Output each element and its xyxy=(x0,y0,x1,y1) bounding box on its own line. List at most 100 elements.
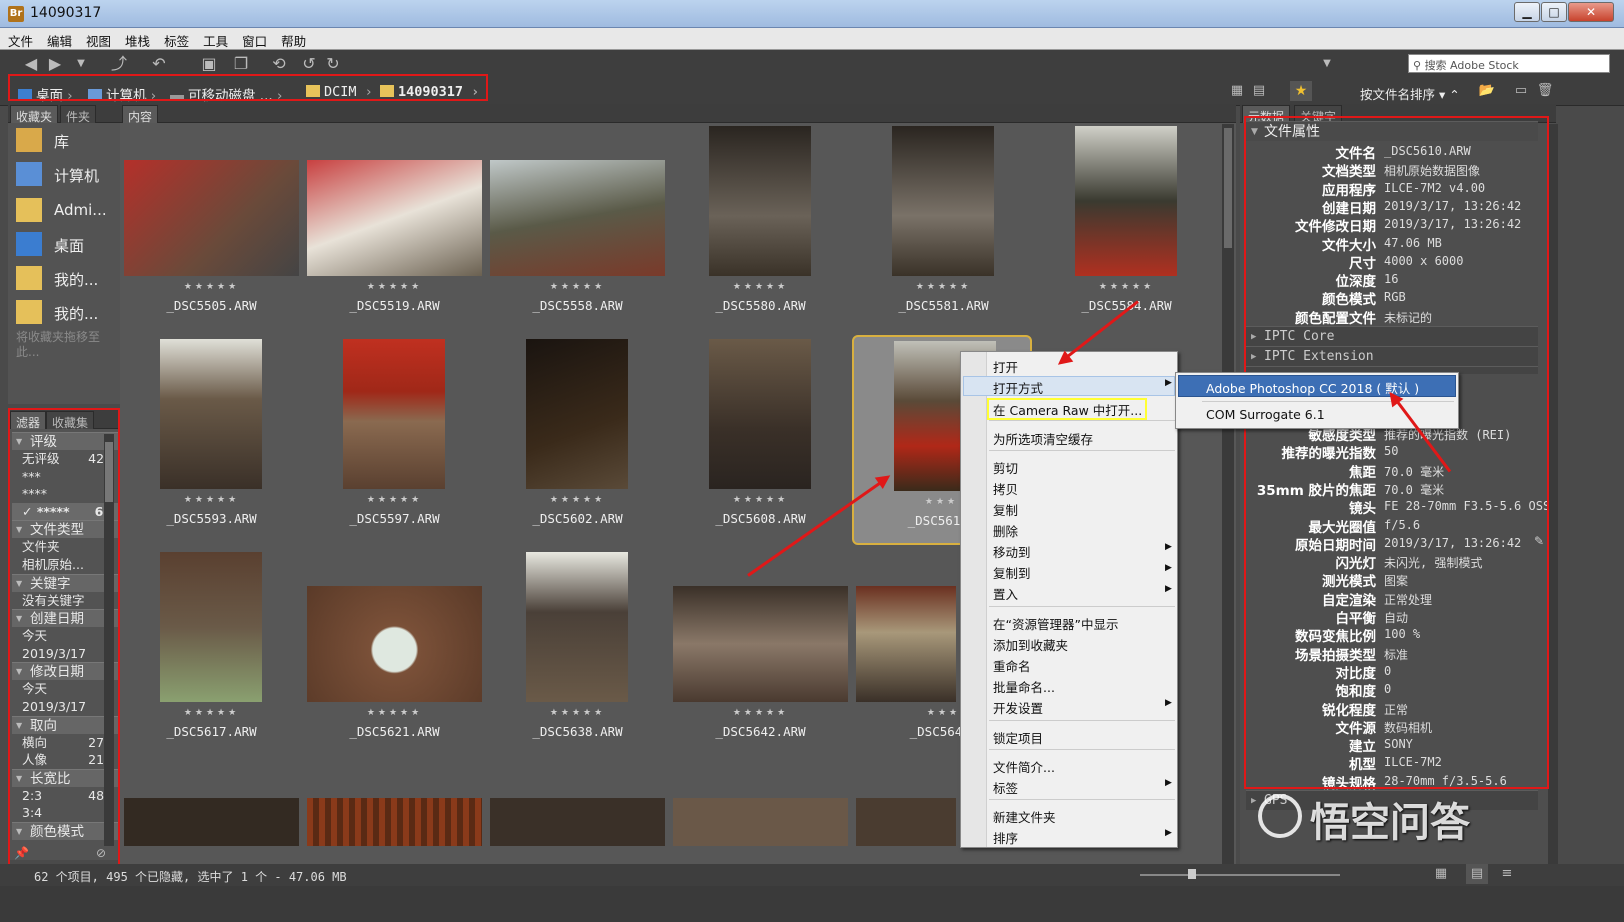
rating-stars[interactable]: ★★★★★ xyxy=(124,282,299,292)
filter-row[interactable]: 横向 275 xyxy=(12,734,118,752)
scroll-thumb[interactable] xyxy=(105,442,113,502)
delete-icon[interactable]: 🗑 xyxy=(1534,81,1556,101)
context-menu-item[interactable]: 复制到 ▶ xyxy=(993,563,1172,582)
filter-row[interactable]: 无评级 420 xyxy=(12,450,118,468)
filter-row[interactable]: ✓ *****62 xyxy=(12,502,118,521)
context-menu-item[interactable]: 打开方式 ▶ xyxy=(993,378,1172,397)
sort-dropdown[interactable]: 按文件名排序 ▾ ⌃ xyxy=(1360,84,1460,103)
new-folder-icon[interactable]: ▭ xyxy=(1510,81,1532,101)
minimize-button[interactable]: ▁ xyxy=(1514,2,1540,22)
photo-thumbnail-partial[interactable] xyxy=(673,798,848,846)
photo-thumbnail[interactable]: ★★★★★ _DSC5593.ARW xyxy=(124,337,299,537)
view-grid-icon[interactable]: ▦ xyxy=(1226,81,1248,101)
photo-thumbnail[interactable]: ★★★★★ _DSC5642.ARW xyxy=(673,550,848,750)
photo-thumbnail-partial[interactable] xyxy=(490,798,665,846)
content-scrollbar[interactable] xyxy=(1222,124,1234,864)
rating-stars[interactable]: ★★★★★ xyxy=(1039,282,1214,292)
menu-label[interactable]: 标签 xyxy=(156,28,195,50)
breadcrumb-current-folder[interactable]: 14090317 › xyxy=(380,84,479,100)
context-menu-item[interactable]: 打开 xyxy=(993,357,1018,376)
context-menu-item[interactable]: 删除 xyxy=(993,521,1018,540)
tab-filter[interactable]: 滤器 xyxy=(10,411,47,430)
filter-section-header[interactable]: ▼ 创建日期 xyxy=(12,609,118,628)
context-menu-item[interactable]: 剪切 xyxy=(993,458,1018,477)
filter-row[interactable]: 2019/3/17 xyxy=(12,698,118,716)
filter-section-header[interactable]: ▼ 文件类型 xyxy=(12,520,118,539)
workspace-dropdown-icon[interactable]: ▼ xyxy=(1316,54,1338,74)
rating-stars[interactable]: ★★★★★ xyxy=(673,495,848,505)
photo-thumbnail[interactable]: ★★★★★ _DSC5519.ARW xyxy=(307,124,482,324)
menu-window[interactable]: 窗口 xyxy=(234,28,273,50)
details-view-icon[interactable]: ▤ xyxy=(1466,864,1488,884)
rotate-right-icon[interactable]: ↻ xyxy=(322,54,344,74)
filter-row[interactable]: 今天1 xyxy=(12,627,118,645)
tab-favorites[interactable]: 收藏夹 xyxy=(10,105,59,124)
rating-stars[interactable]: ★★★★★ xyxy=(490,708,665,718)
context-menu-item[interactable]: 重命名 xyxy=(993,656,1031,675)
context-menu-item[interactable]: 拷贝 xyxy=(993,479,1018,498)
context-menu-item[interactable]: 开发设置 ▶ xyxy=(993,698,1172,717)
photo-thumbnail[interactable]: ★★★★★ _DSC5505.ARW xyxy=(124,124,299,324)
slider-handle[interactable] xyxy=(1188,869,1196,879)
tab-content[interactable]: 内容 xyxy=(122,105,159,124)
photo-thumbnail[interactable]: ★★★★★ _DSC5584.ARW xyxy=(1039,124,1214,324)
context-menu-item[interactable]: 置入 ▶ xyxy=(993,584,1172,603)
filter-row[interactable]: 2:3 485 xyxy=(12,787,118,805)
grid-view-icon[interactable]: ▦ xyxy=(1430,864,1452,884)
context-menu-item[interactable]: 在“资源管理器”中显示 xyxy=(993,614,1118,633)
filter-section-header[interactable]: ▼ 取向 xyxy=(12,715,118,734)
refine-icon[interactable]: ❐ xyxy=(230,54,252,74)
list-view-icon[interactable]: ≡ xyxy=(1496,864,1518,884)
photo-thumbnail[interactable]: ★★★★★ _DSC5617.ARW xyxy=(124,550,299,750)
breadcrumb-computer[interactable]: 计算机 › xyxy=(88,84,156,104)
edit-pencil-icon[interactable]: ✎ xyxy=(1534,534,1544,548)
photo-thumbnail[interactable]: ★★★★★ _DSC5558.ARW xyxy=(490,124,665,324)
filter-row[interactable]: 今天1 xyxy=(12,680,118,698)
menu-help[interactable]: 帮助 xyxy=(273,28,312,50)
context-menu-item[interactable]: 复制 xyxy=(993,500,1018,519)
menu-file[interactable]: 文件 xyxy=(0,28,39,50)
context-menu-item[interactable]: 锁定项目 xyxy=(993,728,1043,747)
filter-section-header[interactable]: ▼ 长宽比 xyxy=(12,768,118,787)
filter-section-header[interactable]: ▼ 修改日期 xyxy=(12,662,118,681)
rating-stars[interactable]: ★★★★★ xyxy=(856,282,1031,292)
filter-row[interactable]: ***1 xyxy=(12,468,118,486)
rating-stars[interactable]: ★★★★★ xyxy=(307,282,482,292)
menu-tools[interactable]: 工具 xyxy=(195,28,234,50)
breadcrumb-dcim[interactable]: DCIM › xyxy=(306,84,373,100)
context-menu-item[interactable]: 新建文件夹 xyxy=(993,807,1056,826)
breadcrumb-desktop[interactable]: 桌面 › xyxy=(18,84,73,104)
history-dropdown-icon[interactable]: ▼ xyxy=(70,54,92,74)
maximize-button[interactable]: □ xyxy=(1541,2,1567,22)
context-menu-item[interactable]: 标签 ▶ xyxy=(993,778,1172,797)
filter-scrollbar[interactable] xyxy=(104,434,114,846)
rating-stars[interactable]: ★★★★★ xyxy=(673,708,848,718)
photo-thumbnail[interactable]: ★★★★★ _DSC5597.ARW xyxy=(307,337,482,537)
rotate-left-icon[interactable]: ↺ xyxy=(298,54,320,74)
rating-stars[interactable]: ★★★★★ xyxy=(124,495,299,505)
context-menu-item[interactable]: 移动到 ▶ xyxy=(993,542,1172,561)
tab-collections[interactable]: 收藏集 xyxy=(46,411,95,430)
photo-thumbnail[interactable]: ★★★★★ _DSC5581.ARW xyxy=(856,124,1031,324)
rating-stars[interactable]: ★★★★★ xyxy=(307,708,482,718)
view-quality-icon[interactable]: ▤ xyxy=(1248,81,1270,101)
context-menu-item[interactable]: 为所选项清空缓存 xyxy=(993,429,1093,448)
rating-stars[interactable]: ★★★★★ xyxy=(490,282,665,292)
filter-row[interactable]: 人像 211 xyxy=(12,751,118,769)
open-folder-icon[interactable]: 📂 xyxy=(1476,81,1498,101)
filter-row[interactable]: 3:41 xyxy=(12,804,118,822)
pin-icon[interactable]: 📌 xyxy=(14,846,29,860)
return-icon[interactable]: ↶ xyxy=(148,54,170,74)
scroll-thumb[interactable] xyxy=(1224,128,1232,248)
filter-row[interactable]: 没有关键字 xyxy=(12,592,118,610)
context-menu-item[interactable]: 批量命名... xyxy=(993,677,1055,696)
photo-thumbnail-partial[interactable] xyxy=(124,798,299,846)
rating-stars[interactable]: ★★★★★ xyxy=(307,495,482,505)
metadata-scrollbar[interactable] xyxy=(1548,124,1558,864)
filter-section-header[interactable]: ▼ 关键字 xyxy=(12,573,118,592)
section-file-properties[interactable]: ▼ 文件属性 xyxy=(1246,121,1538,141)
context-menu-item[interactable]: 排序 ▶ xyxy=(993,828,1172,847)
menu-edit[interactable]: 编辑 xyxy=(39,28,78,50)
submenu-com-surrogate[interactable]: COM Surrogate 6.1 xyxy=(1206,407,1325,422)
photo-thumbnail-partial[interactable] xyxy=(856,798,956,846)
